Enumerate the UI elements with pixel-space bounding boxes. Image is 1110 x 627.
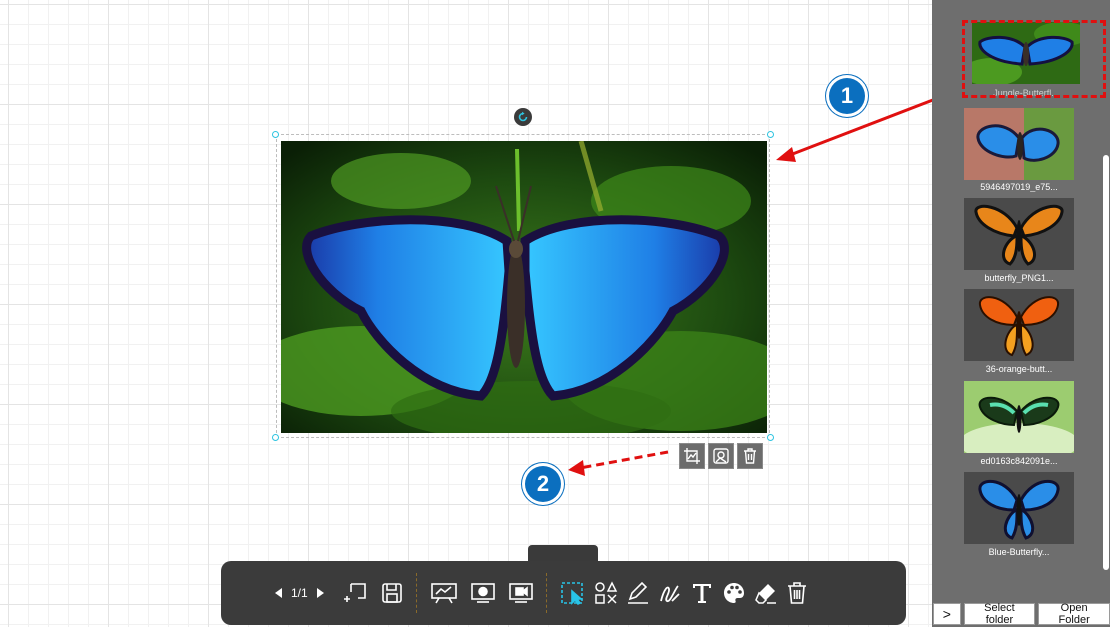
text-icon[interactable] bbox=[690, 573, 714, 613]
brush-icon[interactable] bbox=[658, 573, 682, 613]
palette-icon[interactable] bbox=[722, 573, 746, 613]
expand-panel-button[interactable]: > bbox=[933, 603, 961, 625]
thumbnail-label: 5946497019_e75... bbox=[980, 182, 1058, 192]
thumbnail-image[interactable] bbox=[964, 198, 1074, 270]
thumbnail-label: butterfly_PNG1... bbox=[984, 273, 1054, 283]
camera-icon[interactable] bbox=[470, 573, 496, 613]
thumbnail-image[interactable] bbox=[964, 472, 1074, 544]
next-page-icon[interactable] bbox=[314, 573, 326, 613]
thumbnail-label: 36-orange-butt... bbox=[985, 364, 1053, 374]
eraser-icon[interactable] bbox=[754, 573, 778, 613]
shapes-icon[interactable] bbox=[594, 573, 618, 613]
thumbnail-selection-highlight bbox=[962, 20, 1106, 98]
select-icon[interactable] bbox=[560, 573, 586, 613]
prev-page-icon[interactable] bbox=[273, 573, 285, 613]
thumbnail-label: Blue-Butterfly... bbox=[988, 547, 1050, 557]
thumbnail-label: ed0163c842091e... bbox=[980, 456, 1058, 466]
add-page-icon[interactable] bbox=[343, 573, 368, 613]
bottom-toolbar: 1/1 bbox=[221, 561, 906, 625]
open-folder-button[interactable]: Open Folder bbox=[1038, 602, 1110, 626]
whiteboard-icon[interactable] bbox=[430, 573, 458, 613]
pen-icon[interactable] bbox=[626, 573, 650, 613]
trash-icon[interactable] bbox=[786, 573, 808, 613]
page-indicator: 1/1 bbox=[291, 586, 308, 600]
toolbar-separator bbox=[415, 573, 418, 613]
video-icon[interactable] bbox=[508, 573, 534, 613]
toolbar-separator bbox=[545, 573, 548, 613]
thumbnail-image[interactable] bbox=[964, 289, 1074, 361]
save-icon[interactable] bbox=[380, 573, 404, 613]
select-folder-button[interactable]: Select folder bbox=[963, 602, 1036, 626]
sidebar-footer: > Select folder Open Folder bbox=[933, 602, 1110, 626]
thumbnail-image[interactable] bbox=[964, 108, 1074, 180]
thumbnail-image[interactable] bbox=[964, 381, 1074, 453]
sidebar-scrollbar[interactable] bbox=[1103, 155, 1109, 570]
